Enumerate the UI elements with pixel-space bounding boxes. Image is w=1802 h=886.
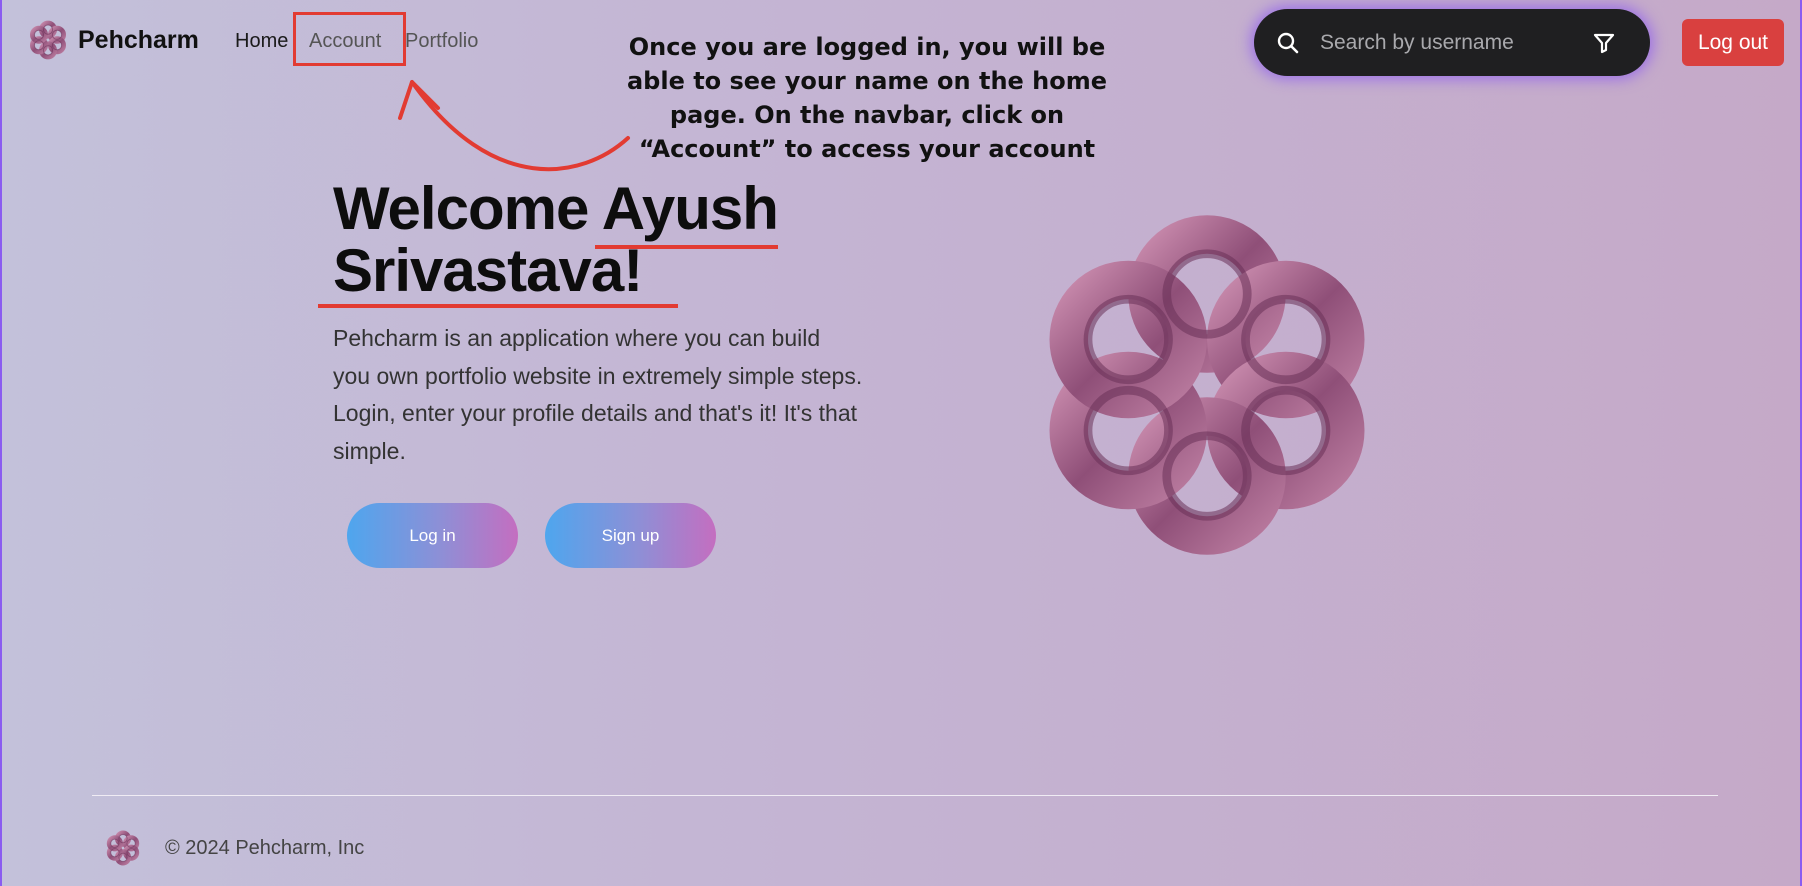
flower-logo-icon (28, 20, 68, 60)
instruction-annotation: Once you are logged in, you will be able… (626, 33, 1108, 163)
account-highlight-box (293, 12, 406, 66)
footer-divider (92, 795, 1718, 796)
nav-portfolio-link[interactable]: Portfolio (405, 30, 478, 53)
filter-icon[interactable] (1592, 31, 1616, 55)
nav-home-link[interactable]: Home (235, 30, 288, 53)
search-icon[interactable] (1276, 31, 1300, 55)
brand-name: Pehcharm (78, 25, 199, 54)
login-button[interactable]: Log in (347, 503, 518, 568)
hero-description: Pehcharm is an application where you can… (333, 325, 863, 464)
signup-button[interactable]: Sign up (545, 503, 716, 568)
name-underline-annotation (595, 245, 778, 249)
hero-flower-logo-icon (1032, 210, 1382, 560)
search-bar[interactable] (1254, 9, 1650, 76)
surname-underline-annotation (318, 304, 678, 308)
brand[interactable]: Pehcharm (28, 20, 199, 60)
welcome-line-1: Welcome Ayush (333, 175, 779, 242)
copyright-text: © 2024 Pehcharm, Inc (165, 837, 365, 859)
welcome-line-2: Srivastava! (333, 237, 643, 304)
welcome-heading: Welcome Ayush Srivastava! (333, 178, 893, 302)
curved-arrow-annotation (398, 80, 630, 172)
footer-flower-logo-icon[interactable] (105, 830, 141, 866)
logout-button[interactable]: Log out (1682, 19, 1784, 66)
search-input[interactable] (1320, 27, 1570, 59)
